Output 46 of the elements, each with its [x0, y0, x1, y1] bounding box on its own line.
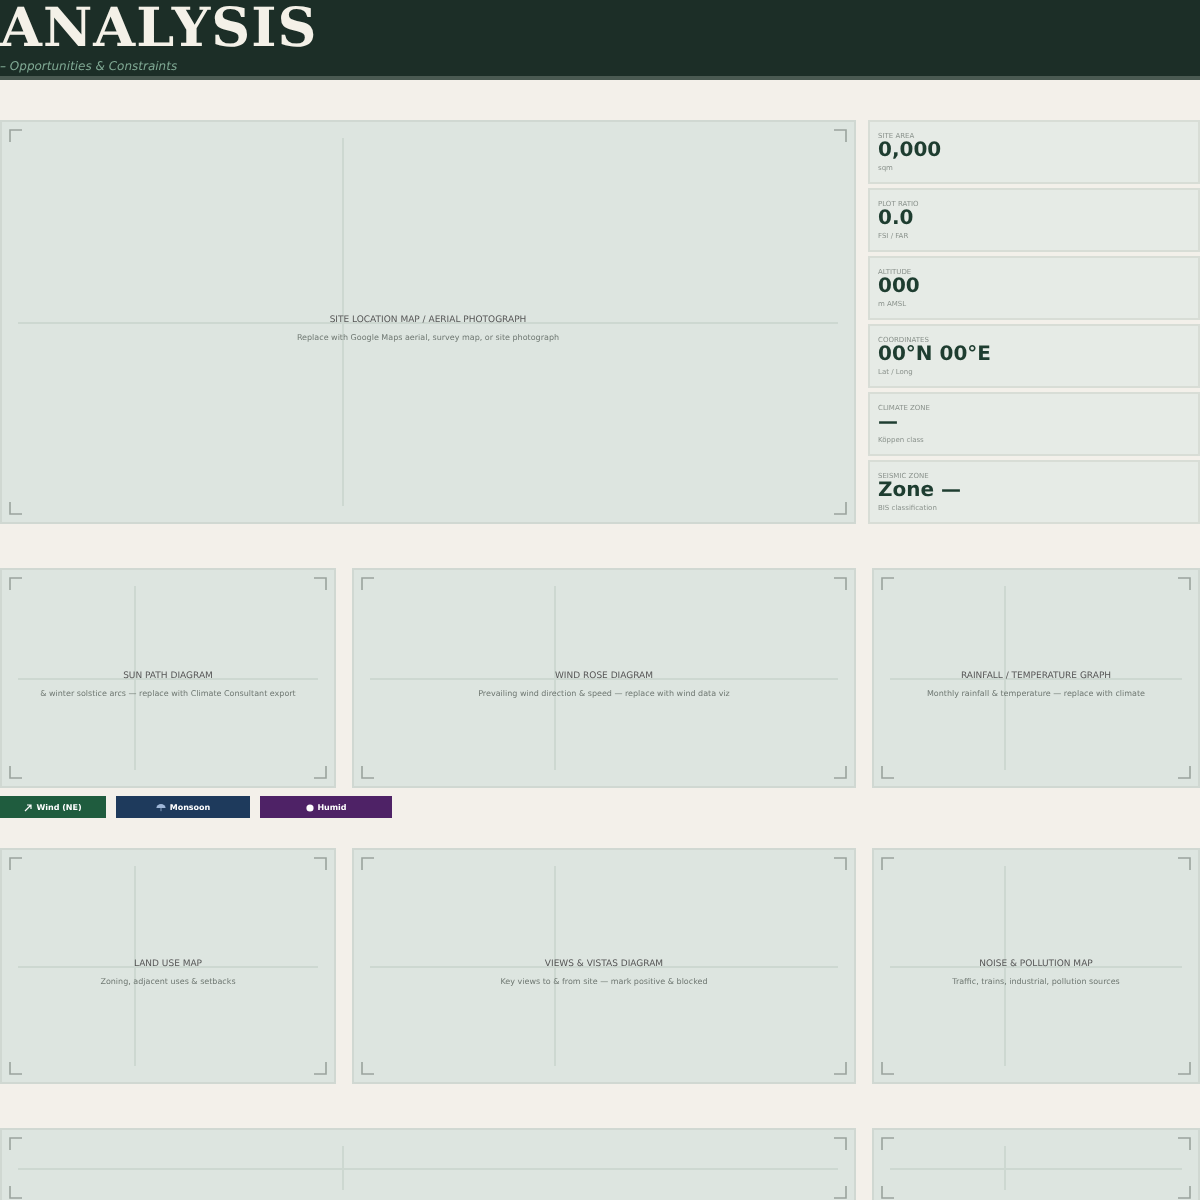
- crop-mark-icon: [8, 1186, 22, 1200]
- crop-mark-icon: [314, 1062, 328, 1076]
- crop-mark-icon: [880, 856, 894, 870]
- crop-mark-icon: [880, 1062, 894, 1076]
- crop-mark-icon: [8, 576, 22, 590]
- crop-mark-icon: [834, 502, 848, 516]
- crop-mark-icon: [834, 128, 848, 142]
- crop-mark-icon: [360, 576, 374, 590]
- crop-mark-icon: [1178, 576, 1192, 590]
- crop-mark-icon: [880, 766, 894, 780]
- stat-value: 000: [878, 276, 922, 300]
- circle-icon: [305, 803, 314, 811]
- crop-mark-icon: [8, 856, 22, 870]
- crop-mark-icon: [834, 1186, 848, 1200]
- crop-mark-icon: [880, 1186, 894, 1200]
- crop-mark-icon: [1178, 766, 1192, 780]
- stat-value: 00°N 00°E: [878, 344, 994, 368]
- crop-mark-icon: [834, 1136, 848, 1150]
- crop-mark-icon: [880, 1136, 894, 1150]
- umbrella-icon: [155, 803, 166, 811]
- crop-mark-icon: [1178, 1062, 1192, 1076]
- crop-mark-icon: [1178, 856, 1192, 870]
- stat-value: —: [878, 412, 900, 436]
- crop-mark-icon: [834, 766, 848, 780]
- crop-mark-icon: [314, 576, 328, 590]
- crop-mark-icon: [880, 576, 894, 590]
- crop-mark-icon: [834, 856, 848, 870]
- crop-mark-icon: [834, 1062, 848, 1076]
- crop-mark-icon: [8, 128, 22, 142]
- crop-mark-icon: [360, 1062, 374, 1076]
- arrow-icon: [24, 803, 33, 811]
- crop-mark-icon: [8, 1062, 22, 1076]
- stat-value: 0.0: [878, 208, 916, 232]
- crop-mark-icon: [1178, 1186, 1192, 1200]
- crop-mark-icon: [314, 766, 328, 780]
- crop-mark-icon: [8, 502, 22, 516]
- stat-value: 0,000: [878, 140, 944, 164]
- stat-value: Zone —: [878, 480, 964, 504]
- crop-mark-icon: [8, 1136, 22, 1150]
- page-title: ANALYSIS: [0, 0, 320, 60]
- crop-mark-icon: [8, 766, 22, 780]
- crop-mark-icon: [360, 856, 374, 870]
- crop-mark-icon: [360, 766, 374, 780]
- crop-mark-icon: [1178, 1136, 1192, 1150]
- crop-mark-icon: [314, 856, 328, 870]
- crop-mark-icon: [834, 576, 848, 590]
